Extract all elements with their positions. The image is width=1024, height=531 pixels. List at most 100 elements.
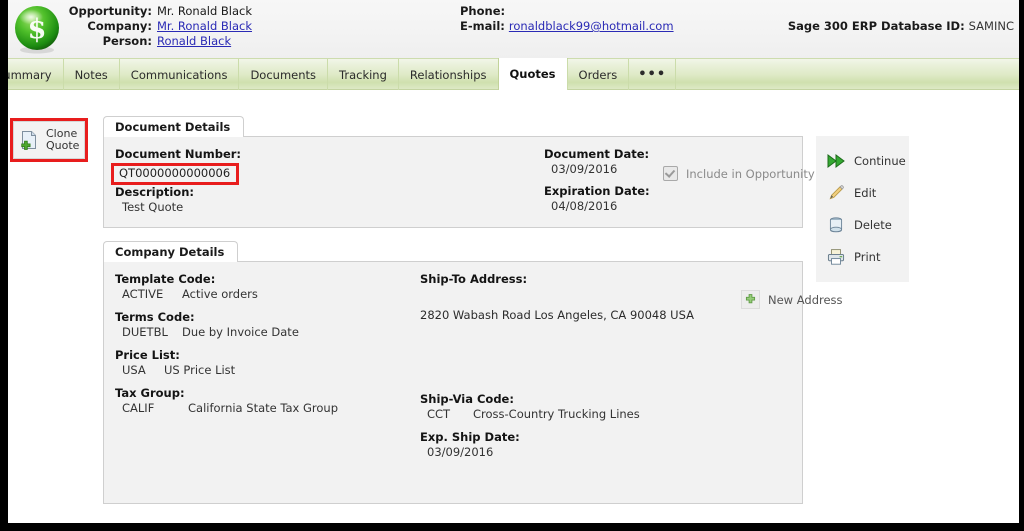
clone-quote-highlight: Clone Quote — [10, 118, 88, 162]
template-code-value: ACTIVE — [122, 287, 164, 301]
tab-notes-label: Notes — [74, 67, 108, 82]
green-dollar-sphere-icon: $ — [11, 3, 63, 55]
opportunity-value: Mr. Ronald Black — [157, 4, 253, 18]
trash-can-icon — [826, 215, 846, 235]
email-label: E-mail: — [460, 19, 505, 33]
tab-orders[interactable]: Orders — [566, 59, 630, 90]
opportunity-label: Opportunity: — [68, 4, 152, 18]
description-field: Description: Test Quote — [115, 185, 194, 215]
company-link[interactable]: Mr. Ronald Black — [157, 19, 252, 34]
database-id-label: Sage 300 ERP Database ID: — [787, 19, 965, 33]
new-address-label: New Address — [768, 292, 843, 307]
header-company-row: Company: Mr. Ronald Black — [68, 19, 398, 34]
price-list-field: Price List: USA US Price List — [115, 348, 235, 378]
phone-label: Phone: — [460, 4, 506, 18]
ship-via-code-value: CCT — [427, 407, 451, 421]
tab-quotes[interactable]: Quotes — [497, 58, 568, 90]
clone-quote-button[interactable]: Clone Quote — [13, 121, 85, 159]
price-list-value: USA — [122, 363, 146, 377]
quote-actions-panel: Continue Edit Delete Print — [816, 136, 909, 282]
tax-group-row: CALIF California State Tax Group — [115, 400, 338, 416]
terms-code-field: Terms Code: DUETBL Due by Invoice Date — [115, 310, 299, 340]
document-add-icon — [18, 129, 40, 151]
delete-label: Delete — [854, 218, 892, 232]
tab-tracking[interactable]: Tracking — [327, 59, 399, 90]
tab-relationships[interactable]: Relationships — [397, 59, 499, 90]
email-link[interactable]: ronaldblack99@hotmail.com — [509, 19, 674, 34]
edit-button[interactable]: Edit — [816, 177, 909, 209]
tab-tracking-label: Tracking — [339, 67, 387, 82]
terms-code-row: DUETBL Due by Invoice Date — [115, 324, 299, 340]
tab-documents-label: Documents — [250, 67, 317, 82]
tab-communications[interactable]: Communications — [118, 59, 240, 90]
tab-communications-label: Communications — [130, 67, 228, 82]
document-date-field: Document Date: 03/09/2016 — [544, 147, 649, 177]
tab-quotes-label: Quotes — [509, 67, 556, 81]
description-value: Test Quote — [122, 200, 184, 214]
new-address-button[interactable]: New Address — [741, 290, 843, 309]
ship-to-address-value: 2820 Wabash Road Los Angeles, CA 90048 U… — [420, 308, 694, 322]
tax-group-field: Tax Group: CALIF California State Tax Gro… — [115, 386, 338, 416]
ship-to-address-label: Ship-To Address: — [420, 272, 528, 286]
svg-text:$: $ — [28, 14, 47, 45]
print-button[interactable]: Print — [816, 241, 909, 273]
document-number-label: Document Number: — [115, 147, 242, 161]
document-date-label: Document Date: — [544, 147, 650, 161]
template-code-field: Template Code: ACTIVE Active orders — [115, 272, 258, 302]
terms-code-value: DUETBL — [122, 325, 168, 339]
expiration-date-field: Expiration Date: 04/08/2016 — [544, 184, 650, 214]
fast-forward-icon — [826, 151, 846, 171]
header-opportunity-row: Opportunity: Mr. Ronald Black — [68, 4, 398, 19]
print-label: Print — [854, 250, 881, 264]
plus-square-icon — [741, 290, 760, 309]
exp-ship-date-label: Exp. Ship Date: — [420, 430, 520, 444]
person-link[interactable]: Ronald Black — [157, 34, 231, 49]
document-details-panel: Document Details Document Number: QT0000… — [103, 116, 845, 228]
ship-via-code-desc: Cross-Country Trucking Lines — [473, 407, 640, 421]
quotes-content-area: Clone Quote Document Details Document Nu… — [8, 90, 1019, 522]
document-details-tab[interactable]: Document Details — [103, 116, 245, 137]
expiration-date-value: 04/08/2016 — [551, 199, 618, 213]
document-number-value: QT0000000000006 — [119, 166, 231, 180]
header-left-column: Opportunity: Mr. Ronald Black Company: M… — [68, 4, 398, 49]
main-tab-bar: Summary Notes Communications Documents T… — [8, 58, 1019, 90]
expiration-date-label: Expiration Date: — [544, 184, 650, 198]
price-list-row: USA US Price List — [115, 362, 235, 378]
tab-documents[interactable]: Documents — [238, 59, 329, 90]
exp-ship-date-value: 03/09/2016 — [427, 445, 494, 459]
description-label: Description: — [115, 185, 194, 199]
tab-summary[interactable]: Summary — [8, 59, 64, 90]
delete-button[interactable]: Delete — [816, 209, 909, 241]
tab-relationships-label: Relationships — [409, 67, 487, 82]
database-id-block: Sage 300 ERP Database ID: SAMINC — [788, 19, 1014, 33]
header-person-row: Person: Ronald Black — [68, 34, 398, 49]
more-tabs-button[interactable]: ••• — [628, 59, 677, 90]
include-total-checkbox[interactable] — [663, 166, 678, 181]
price-list-desc: US Price List — [164, 363, 236, 377]
tab-orders-label: Orders — [578, 67, 618, 82]
document-number-highlight: QT0000000000006 — [111, 163, 240, 185]
exp-ship-date-field: Exp. Ship Date: 03/09/2016 — [420, 430, 520, 460]
ellipsis-icon: ••• — [638, 66, 667, 82]
template-code-label: Template Code: — [115, 272, 216, 286]
tax-group-value: CALIF — [122, 401, 155, 415]
tab-list: Summary Notes Communications Documents T… — [8, 58, 1019, 90]
database-id-value: SAMINC — [968, 19, 1014, 33]
company-label: Company: — [87, 19, 152, 33]
header-phone-row: Phone: — [460, 4, 770, 19]
terms-code-desc: Due by Invoice Date — [182, 325, 299, 339]
continue-button[interactable]: Continue — [816, 145, 909, 177]
tax-group-label: Tax Group: — [115, 386, 185, 400]
clone-quote-line2: Quote — [46, 139, 80, 152]
terms-code-label: Terms Code: — [115, 310, 195, 324]
ship-to-address-field: Ship-To Address: — [420, 272, 527, 286]
tax-group-desc: California State Tax Group — [188, 401, 338, 415]
continue-label: Continue — [854, 154, 906, 168]
person-label: Person: — [102, 34, 152, 48]
clone-quote-label: Clone Quote — [46, 128, 79, 152]
pencil-icon — [826, 183, 846, 203]
header-middle-column: Phone: E-mail: ronaldblack99@hotmail.com — [460, 4, 770, 34]
tab-notes[interactable]: Notes — [62, 59, 120, 90]
edit-label: Edit — [854, 186, 877, 200]
company-details-tab[interactable]: Company Details — [103, 241, 239, 262]
